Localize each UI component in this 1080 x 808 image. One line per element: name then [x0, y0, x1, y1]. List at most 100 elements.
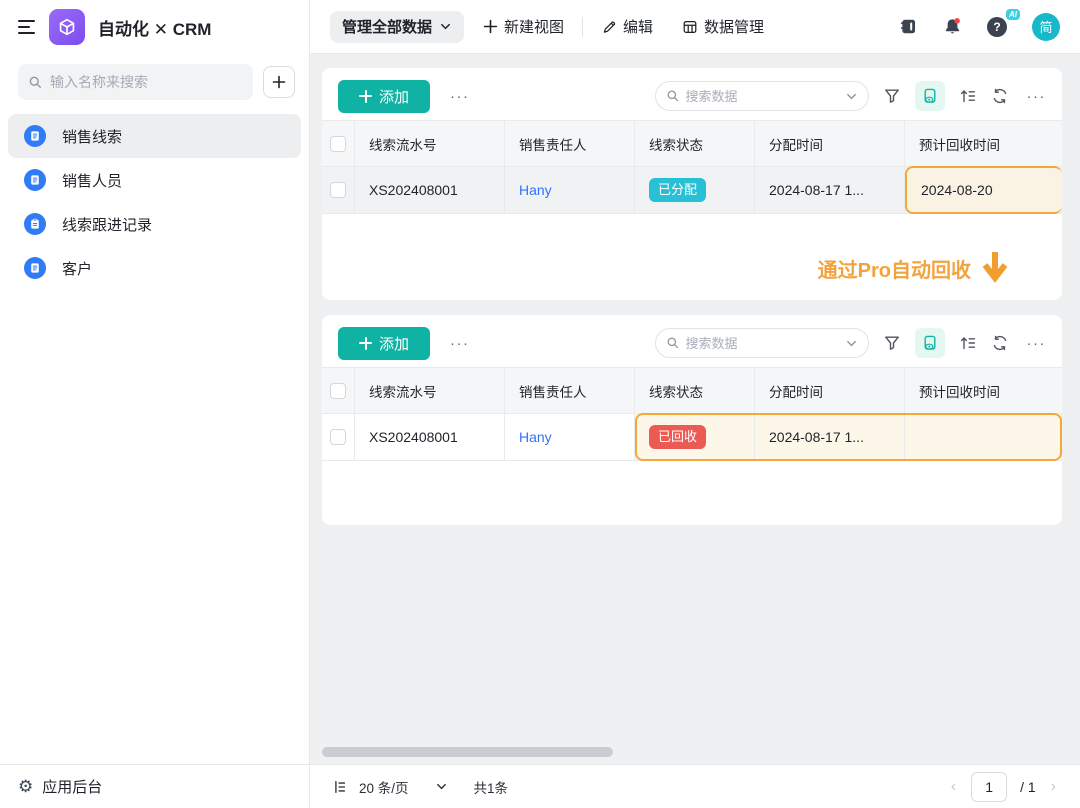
column-header[interactable]: 分配时间: [755, 121, 905, 166]
table-search-input[interactable]: [686, 89, 839, 104]
chevron-down-icon[interactable]: [845, 337, 858, 350]
row-checkbox-cell: [322, 414, 355, 460]
sidebar: 自动化 ✕ CRM 销售线索 销售人员: [0, 0, 310, 808]
avatar[interactable]: 简: [1032, 13, 1060, 41]
column-header[interactable]: 销售责任人: [505, 368, 635, 413]
more-actions-icon[interactable]: ···: [450, 88, 470, 105]
table-row[interactable]: XS202408001 Hany 已回收 2024-08-17 1...: [322, 414, 1062, 461]
sidebar-search-input[interactable]: [50, 74, 243, 90]
more-view-actions-icon[interactable]: ···: [1027, 88, 1047, 105]
column-header[interactable]: 线索状态: [635, 368, 755, 413]
add-label: 添加: [379, 86, 409, 107]
prev-page-icon[interactable]: ‹: [949, 778, 958, 796]
app-title: 自动化 ✕ CRM: [98, 15, 211, 40]
sort-icon[interactable]: [959, 87, 977, 105]
add-record-button[interactable]: 添加: [338, 80, 430, 113]
hide-fields-icon[interactable]: [915, 328, 945, 358]
table-search-box[interactable]: [655, 81, 869, 111]
chevron-down-icon[interactable]: [845, 90, 858, 103]
column-header[interactable]: 销售责任人: [505, 121, 635, 166]
widget-panel-icon[interactable]: [899, 17, 918, 36]
sidebar-item-sales-leads[interactable]: 销售线索: [8, 114, 301, 158]
header-checkbox-cell: [322, 368, 355, 413]
row-checkbox[interactable]: [330, 182, 346, 198]
sort-icon[interactable]: [959, 334, 977, 352]
add-label: 添加: [379, 333, 409, 354]
horizontal-scrollbar[interactable]: [322, 747, 613, 757]
table-header-row: 线索流水号 销售责任人 线索状态 分配时间 预计回收时间: [322, 120, 1062, 167]
sidebar-item-lead-followup[interactable]: 线索跟进记录: [8, 202, 301, 246]
hide-fields-icon[interactable]: [915, 81, 945, 111]
column-header[interactable]: 分配时间: [755, 368, 905, 413]
column-header[interactable]: 线索状态: [635, 121, 755, 166]
sidebar-item-label: 销售线索: [62, 126, 122, 147]
cell-serial[interactable]: XS202408001: [355, 167, 505, 213]
cell-expected-time[interactable]: [905, 414, 1062, 460]
status-badge: 已回收: [649, 425, 706, 449]
column-header[interactable]: 线索流水号: [355, 368, 505, 413]
pager-group: ‹ 1 / 1 ›: [949, 772, 1058, 802]
annotation-text: 通过Pro自动回收: [818, 254, 971, 283]
document-icon: [24, 125, 46, 147]
cell-expected-time-highlighted[interactable]: 2024-08-20: [905, 166, 1062, 214]
filter-icon[interactable]: [883, 87, 901, 105]
cell-owner[interactable]: Hany: [505, 414, 635, 460]
table-search-box[interactable]: [655, 328, 869, 358]
cell-owner[interactable]: Hany: [505, 167, 635, 213]
select-all-checkbox[interactable]: [330, 383, 346, 399]
select-all-checkbox[interactable]: [330, 136, 346, 152]
owner-link[interactable]: Hany: [519, 429, 552, 445]
owner-link[interactable]: Hany: [519, 182, 552, 198]
cell-serial[interactable]: XS202408001: [355, 414, 505, 460]
sidebar-search-box[interactable]: [18, 64, 253, 100]
next-page-icon[interactable]: ›: [1049, 778, 1058, 796]
cell-assign-time[interactable]: 2024-08-17 1...: [755, 167, 905, 213]
add-table-button[interactable]: [263, 66, 295, 98]
row-checkbox[interactable]: [330, 429, 346, 445]
refresh-icon[interactable]: [991, 334, 1009, 352]
cell-status[interactable]: 已分配: [635, 167, 755, 213]
main-content: 添加 ···: [310, 54, 1080, 808]
document-icon: [24, 169, 46, 191]
table-toolbar: 添加 ···: [322, 68, 1062, 112]
current-page-input[interactable]: 1: [971, 772, 1007, 802]
app-logo-icon[interactable]: [49, 9, 85, 45]
edit-button[interactable]: 编辑: [601, 16, 653, 37]
data-manage-label: 数据管理: [704, 16, 764, 37]
collapse-sidebar-icon[interactable]: [18, 20, 36, 34]
cell-assign-time[interactable]: 2024-08-17 1...: [755, 414, 905, 460]
sidebar-item-customers[interactable]: 客户: [8, 246, 301, 290]
header-checkbox-cell: [322, 121, 355, 166]
column-header[interactable]: 预计回收时间: [905, 121, 1062, 166]
table-row[interactable]: XS202408001 Hany 已分配 2024-08-17 1... 202…: [322, 167, 1062, 214]
row-height-icon[interactable]: [332, 779, 348, 795]
column-header[interactable]: 线索流水号: [355, 121, 505, 166]
page-size-group: 20 条/页 共1条: [332, 777, 508, 797]
table-toolbar-icons: ···: [883, 81, 1047, 111]
annotation: 通过Pro自动回收: [818, 249, 1010, 287]
more-actions-icon[interactable]: ···: [450, 335, 470, 352]
clipboard-icon: [24, 213, 46, 235]
new-view-button[interactable]: 新建视图: [483, 16, 564, 37]
page-size-value[interactable]: 20 条/页: [359, 777, 409, 797]
sidebar-item-sales-people[interactable]: 销售人员: [8, 158, 301, 202]
ai-badge: AI: [1006, 9, 1020, 20]
notification-bell-icon[interactable]: [943, 17, 962, 36]
sidebar-item-label: 线索跟进记录: [62, 214, 152, 235]
refresh-icon[interactable]: [991, 87, 1009, 105]
filter-icon[interactable]: [883, 334, 901, 352]
top-toolbar: 管理全部数据 新建视图 编辑 数据管理 ? AI 简: [310, 0, 1080, 54]
help-button[interactable]: ? AI: [987, 17, 1007, 37]
cell-status[interactable]: 已回收: [635, 414, 755, 460]
view-switcher-button[interactable]: 管理全部数据: [330, 11, 464, 43]
more-view-actions-icon[interactable]: ···: [1027, 335, 1047, 352]
column-header[interactable]: 预计回收时间: [905, 368, 1062, 413]
data-manage-button[interactable]: 数据管理: [682, 16, 764, 37]
add-record-button[interactable]: 添加: [338, 327, 430, 360]
table-toolbar-icons: ···: [883, 328, 1047, 358]
page-total: / 1: [1020, 779, 1036, 795]
chevron-down-icon[interactable]: [435, 780, 448, 793]
table-search-input[interactable]: [686, 336, 839, 351]
app-backend-entry[interactable]: ⚙ 应用后台: [0, 764, 309, 808]
pagination-bar: 20 条/页 共1条 ‹ 1 / 1 ›: [310, 764, 1080, 808]
